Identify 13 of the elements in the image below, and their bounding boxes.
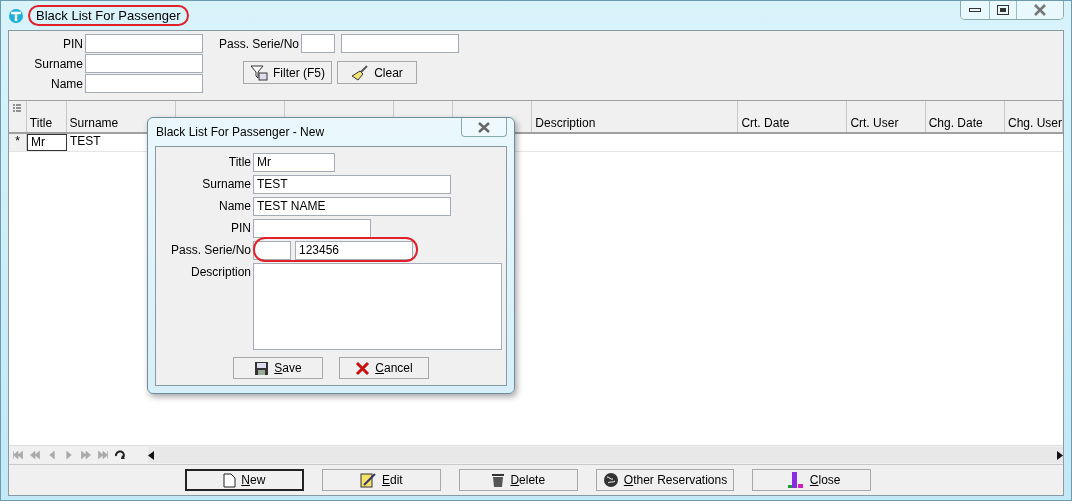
table-cell: Mr [27,134,67,151]
field-label: Name [218,198,251,215]
field-label: Title [227,154,251,171]
window-title: Black List For Passenger [28,5,189,26]
field-label: Description [189,264,251,281]
field-label: Pass. Serie/No [169,242,251,259]
field-label: Surname [33,56,83,71]
field-label: PIN [62,36,83,51]
field-label: Name [50,76,83,91]
field-label: Pass. Serie/No [217,36,299,51]
field-label: PIN [230,220,251,237]
field-label: Surname [201,176,251,193]
row-marker: * [9,134,27,151]
